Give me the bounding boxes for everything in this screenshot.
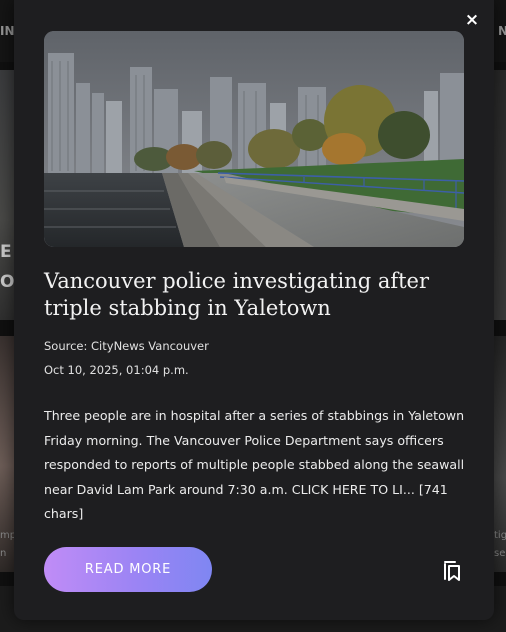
background-text-fragment: se	[494, 548, 506, 559]
background-headline-fragment: E	[0, 242, 12, 262]
background-headline-fragment: O	[0, 272, 15, 292]
background-text-fragment: n	[0, 548, 7, 559]
article-image	[44, 31, 464, 247]
article-summary: Three people are in hospital after a ser…	[44, 408, 465, 521]
read-more-button[interactable]: READ MORE	[44, 547, 212, 592]
city-seawall-photo	[44, 31, 464, 247]
background-text-fragment: tig	[494, 530, 506, 541]
article-modal: × Vancouver police investigating after t…	[14, 0, 494, 620]
article-source: Source: CityNews Vancouver	[44, 339, 209, 353]
article-headline: Vancouver police investigating after tri…	[44, 269, 430, 320]
background-nav-item: N	[498, 24, 506, 38]
bookmark-stack-icon[interactable]	[442, 558, 464, 582]
background-nav-item: IN	[0, 24, 15, 38]
close-icon[interactable]: ×	[464, 12, 480, 29]
background-article-thumbnail	[494, 70, 506, 320]
article-date: Oct 10, 2025, 01:04 p.m.	[44, 363, 189, 377]
